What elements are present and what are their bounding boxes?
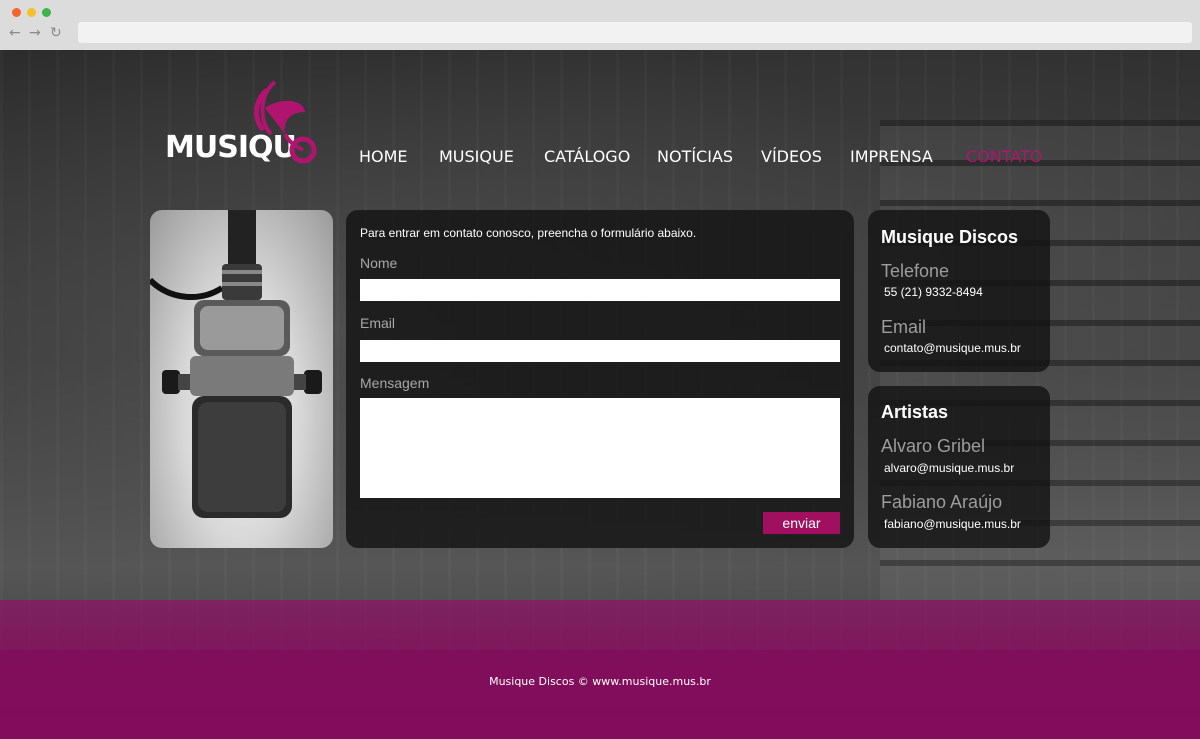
nav-item-musique[interactable]: MUSIQUE — [439, 147, 514, 166]
form-intro: Para entrar em contato conosco, preencha… — [360, 226, 697, 240]
arrow-left-icon[interactable]: ← — [9, 25, 21, 41]
email-link[interactable]: contato@musique.mus.br — [884, 341, 1021, 355]
phone-label: Telefone — [881, 261, 950, 281]
address-bar[interactable] — [78, 22, 1192, 43]
contact-form: Para entrar em contato conosco, preencha… — [346, 210, 854, 548]
artists-title: Artistas — [881, 402, 949, 422]
page-viewport: Musique Discos © www.musique.mus.br MUSI… — [0, 50, 1200, 739]
close-window-icon[interactable] — [12, 8, 21, 17]
footer-band-stripe — [0, 650, 1200, 739]
company-info-panel: Musique Discos Telefone 55 (21) 9332-849… — [868, 210, 1050, 372]
email-label: Email — [360, 315, 396, 331]
artist-name: Alvaro Gribel — [881, 436, 986, 456]
reload-icon[interactable]: ↻ — [50, 25, 62, 41]
minimize-window-icon[interactable] — [27, 8, 36, 17]
message-field[interactable] — [360, 398, 840, 498]
microphone-illustration — [150, 210, 322, 518]
name-field[interactable] — [360, 279, 840, 301]
email-field[interactable] — [360, 340, 840, 362]
site-logo[interactable]: MUSIQU — [165, 78, 325, 168]
arrow-right-icon[interactable]: → — [29, 25, 41, 41]
artist-email-link[interactable]: fabiano@musique.mus.br — [884, 517, 1021, 531]
name-label: Nome — [360, 255, 398, 271]
phone-value: 55 (21) 9332-8494 — [884, 285, 983, 299]
maximize-window-icon[interactable] — [42, 8, 51, 17]
nav-item-videos[interactable]: VÍDEOS — [761, 147, 822, 166]
nav-item-noticias[interactable]: NOTÍCIAS — [657, 147, 733, 166]
browser-chrome: ← → ↻ — [0, 0, 1200, 50]
artist-email-link[interactable]: alvaro@musique.mus.br — [884, 461, 1014, 475]
artist-name: Fabiano Araújo — [881, 492, 1003, 512]
company-title: Musique Discos — [881, 227, 1019, 247]
send-button[interactable]: enviar — [763, 512, 840, 534]
artists-panel: Artistas Alvaro Gribel alvaro@musique.mu… — [868, 386, 1050, 548]
microphone-photo — [150, 210, 333, 548]
footer-copyright: Musique Discos © www.musique.mus.br — [489, 675, 711, 688]
nav-item-catalogo[interactable]: CATÁLOGO — [544, 147, 630, 166]
nav-item-home[interactable]: HOME — [359, 147, 408, 166]
email-info-label: Email — [881, 317, 927, 337]
nav-item-contato[interactable]: CONTATO — [966, 147, 1042, 166]
nav-item-imprensa[interactable]: IMPRENSA — [850, 147, 933, 166]
gramophone-horn-icon — [254, 80, 317, 164]
message-label: Mensagem — [360, 375, 430, 391]
